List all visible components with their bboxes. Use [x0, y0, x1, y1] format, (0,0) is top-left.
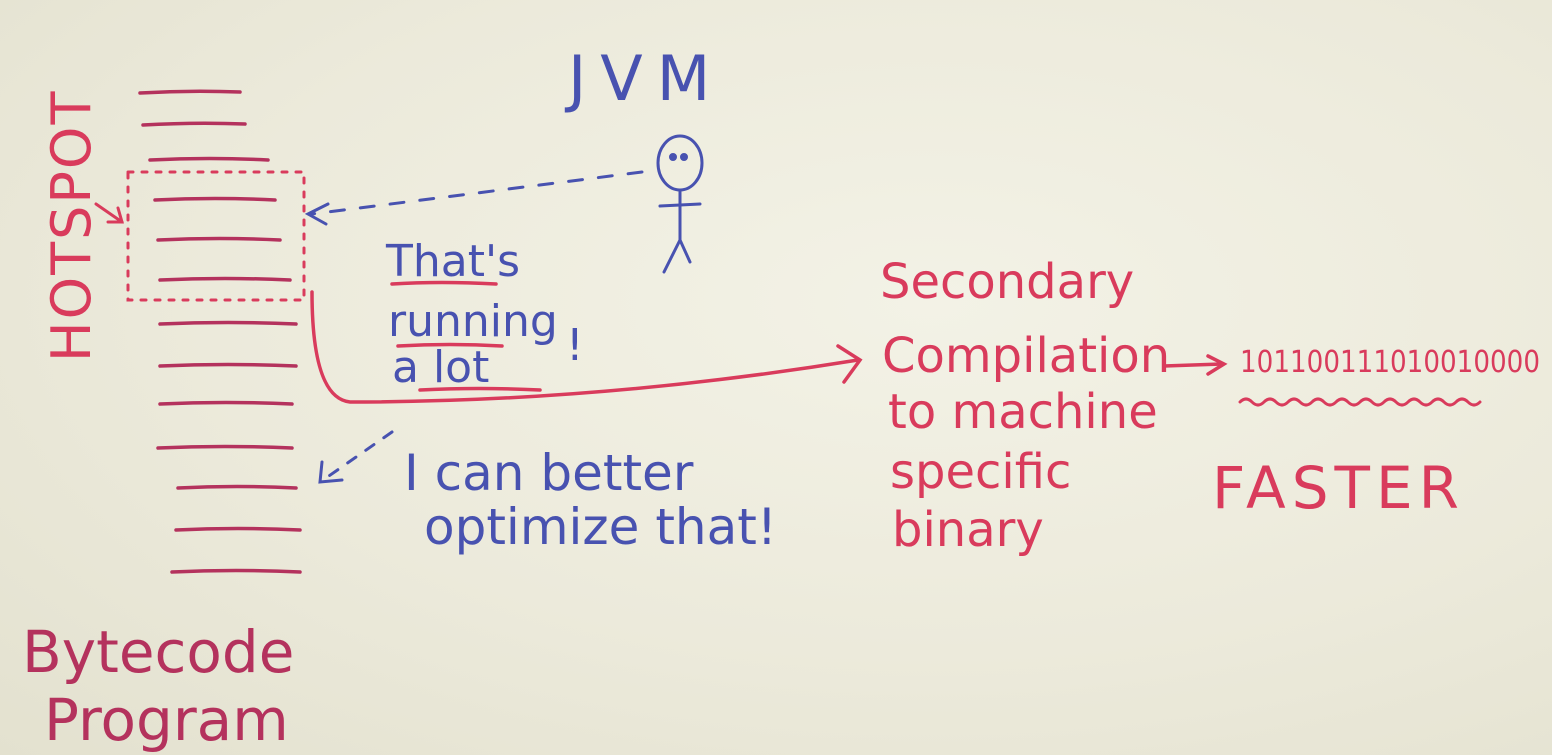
secondary-line1: Secondary — [880, 254, 1134, 310]
binary-digits: 101100111010010000 — [1240, 345, 1540, 380]
optimize-arrow — [318, 430, 394, 484]
bytecode-lines — [138, 89, 302, 574]
running-text: running — [388, 296, 558, 347]
thats-text: That's — [385, 236, 520, 287]
secondary-line4: specific — [890, 444, 1071, 500]
optimize-text-line2: optimize that! — [424, 498, 777, 556]
binary-squiggle — [1238, 397, 1482, 407]
optimize-text-line1: I can better — [404, 444, 694, 502]
exclaim-text: ! — [566, 320, 584, 371]
bytecode-label-line2: Program — [44, 686, 289, 754]
jvm-label: JVM — [564, 42, 724, 115]
faster-text: FASTER — [1212, 454, 1465, 522]
diagram-canvas: HOTSPOT JVM That's running a lot ! I can… — [22, 42, 1540, 754]
whiteboard: HOTSPOT JVM That's running a lot ! I can… — [0, 0, 1552, 755]
bytecode-label-line1: Bytecode — [22, 618, 294, 686]
a-lot-text: a lot — [392, 342, 489, 393]
secondary-line5: binary — [892, 502, 1044, 558]
jvm-watch-arrow — [304, 170, 644, 226]
secondary-line2: Compilation — [882, 328, 1170, 384]
hotspot-label: HOTSPOT — [40, 90, 103, 362]
jvm-stick-figure — [656, 134, 704, 274]
secondary-line3: to machine — [888, 384, 1158, 440]
binary-arrow — [1162, 354, 1228, 376]
